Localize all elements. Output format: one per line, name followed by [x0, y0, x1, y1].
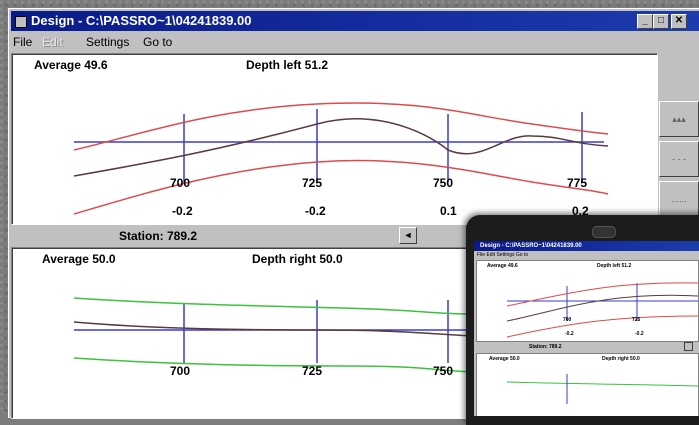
left-profile-plot	[73, 102, 609, 215]
lower-limit-line	[506, 315, 698, 338]
menu-edit[interactable]: Edit	[42, 35, 63, 49]
window-title: Design - C:\PASSRO~1\04241839.00	[31, 13, 252, 28]
mini-right-panel: Average 50.0 Depth right 50.0	[476, 353, 699, 416]
minimize-button[interactable]: _	[637, 14, 653, 29]
menu-goto[interactable]: Go to	[143, 35, 172, 49]
mini-station: Station: 789.2	[529, 344, 562, 350]
tick-label: 725	[302, 176, 323, 190]
left-profile-panel[interactable]: Average 49.6 Depth left 51.2 700 725 750…	[11, 53, 658, 225]
lower-limit-line	[73, 159, 609, 215]
mini-tick-label: 700	[563, 317, 572, 323]
mini-right-plot	[506, 374, 698, 404]
mini-menu-bar: File Edit Settings Go to	[477, 252, 529, 258]
upper-limit-line	[73, 297, 473, 315]
close-button[interactable]: ✕	[671, 14, 687, 29]
mini-window-title: Design - C:\PASSRO~1\04241839.00	[480, 243, 582, 249]
upper-limit-line	[73, 102, 609, 151]
offset-label: -0.2	[305, 204, 326, 218]
offset-label: 0.1	[440, 204, 457, 218]
mini-offset-label: -0.2	[565, 331, 574, 337]
upper-limit-line	[506, 381, 698, 387]
profile-line	[506, 294, 698, 322]
zoom-icon[interactable]: ▴▴▴	[659, 101, 699, 137]
upper-limit-line	[506, 282, 698, 307]
scroll-left-icon[interactable]: ◄	[399, 227, 417, 244]
toolbar-button[interactable]: ......	[659, 181, 699, 217]
profile-line	[73, 118, 609, 177]
tick-label: 750	[433, 364, 454, 378]
mini-tick-label: 725	[632, 317, 641, 323]
tick-label: 700	[170, 364, 191, 378]
device-screen: Design - C:\PASSRO~1\04241839.00 File Ed…	[474, 241, 699, 416]
offset-label: -0.2	[172, 204, 193, 218]
tick-label: 700	[170, 176, 191, 190]
tick-label: 750	[433, 176, 454, 190]
menu-settings[interactable]: Settings	[86, 35, 129, 49]
title-bar[interactable]: Design - C:\PASSRO~1\04241839.00 _ □ ✕	[11, 11, 699, 31]
mini-offset-label: -0.2	[635, 331, 644, 337]
mini-scroll-right-icon	[684, 342, 693, 351]
profile-line	[73, 321, 473, 337]
toolbar-button[interactable]: - - -	[659, 141, 699, 177]
lower-limit-line	[73, 357, 473, 373]
mini-left-plot	[506, 282, 698, 338]
camera-icon	[592, 226, 616, 238]
mini-title-bar: Design - C:\PASSRO~1\04241839.00	[474, 241, 699, 251]
tick-label: 775	[567, 176, 588, 190]
station-readout: Station: 789.2	[119, 229, 198, 243]
maximize-button[interactable]: □	[653, 14, 669, 29]
menu-file[interactable]: File	[13, 35, 32, 49]
tick-label: 725	[302, 364, 323, 378]
window-icon	[15, 16, 27, 28]
mini-left-panel: Average 49.6 Depth left 51.2 700 725 -0.…	[476, 260, 699, 342]
